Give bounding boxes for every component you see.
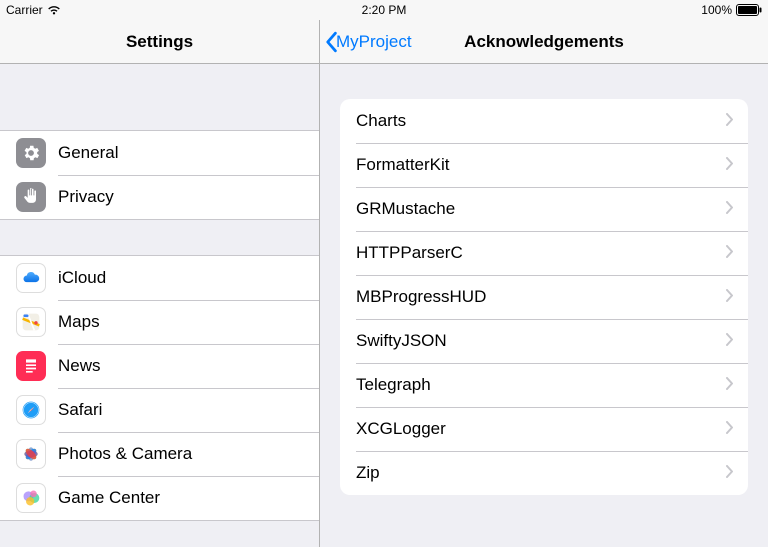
settings-master-pane: Settings General Privacy bbox=[0, 20, 320, 547]
ack-row-grmustache[interactable]: GRMustache bbox=[340, 187, 748, 231]
row-label: iCloud bbox=[58, 268, 319, 288]
row-label: XCGLogger bbox=[356, 419, 726, 439]
maps-icon bbox=[16, 307, 46, 337]
ack-row-zip[interactable]: Zip bbox=[340, 451, 748, 495]
acknowledgements-list: Charts FormatterKit GRMustache HTTPParse… bbox=[340, 99, 748, 495]
status-bar: Carrier 2:20 PM 100% bbox=[0, 0, 768, 20]
detail-navbar: MyProject Acknowledgements bbox=[320, 20, 768, 64]
row-label: HTTPParserC bbox=[356, 243, 726, 263]
battery-percent: 100% bbox=[701, 3, 732, 17]
chevron-right-icon bbox=[726, 155, 748, 175]
back-label: MyProject bbox=[336, 32, 412, 52]
ack-row-formatterkit[interactable]: FormatterKit bbox=[340, 143, 748, 187]
row-label: News bbox=[58, 356, 319, 376]
chevron-right-icon bbox=[726, 287, 748, 307]
row-label: Zip bbox=[356, 463, 726, 483]
settings-row-privacy[interactable]: Privacy bbox=[0, 175, 319, 219]
battery-icon bbox=[736, 4, 762, 16]
ack-row-xcglogger[interactable]: XCGLogger bbox=[340, 407, 748, 451]
settings-row-general[interactable]: General bbox=[0, 131, 319, 175]
row-label: MBProgressHUD bbox=[356, 287, 726, 307]
hand-icon bbox=[16, 182, 46, 212]
settings-row-icloud[interactable]: iCloud bbox=[0, 256, 319, 300]
carrier-label: Carrier bbox=[6, 3, 43, 17]
master-title: Settings bbox=[0, 32, 319, 52]
photos-icon bbox=[16, 439, 46, 469]
ack-row-httpparserc[interactable]: HTTPParserC bbox=[340, 231, 748, 275]
row-label: Privacy bbox=[58, 187, 319, 207]
row-label: FormatterKit bbox=[356, 155, 726, 175]
gamecenter-icon bbox=[16, 483, 46, 513]
cloud-icon bbox=[16, 263, 46, 293]
settings-group-1: General Privacy bbox=[0, 130, 319, 220]
row-label: SwiftyJSON bbox=[356, 331, 726, 351]
settings-group-2: iCloud Maps News bbox=[0, 255, 319, 521]
row-label: Safari bbox=[58, 400, 319, 420]
ack-row-mbprogresshud[interactable]: MBProgressHUD bbox=[340, 275, 748, 319]
wifi-icon bbox=[47, 5, 61, 15]
row-label: Charts bbox=[356, 111, 726, 131]
gear-icon bbox=[16, 138, 46, 168]
row-label: General bbox=[58, 143, 319, 163]
settings-row-news[interactable]: News bbox=[0, 344, 319, 388]
detail-pane: MyProject Acknowledgements Charts Format… bbox=[320, 20, 768, 547]
back-button[interactable]: MyProject bbox=[320, 31, 412, 53]
news-icon bbox=[16, 351, 46, 381]
row-label: Telegraph bbox=[356, 375, 726, 395]
row-label: GRMustache bbox=[356, 199, 726, 219]
row-label: Game Center bbox=[58, 488, 319, 508]
chevron-right-icon bbox=[726, 463, 748, 483]
chevron-right-icon bbox=[726, 111, 748, 131]
settings-row-maps[interactable]: Maps bbox=[0, 300, 319, 344]
settings-row-photos[interactable]: Photos & Camera bbox=[0, 432, 319, 476]
settings-row-safari[interactable]: Safari bbox=[0, 388, 319, 432]
master-navbar: Settings bbox=[0, 20, 319, 64]
chevron-right-icon bbox=[726, 331, 748, 351]
time-label: 2:20 PM bbox=[362, 3, 407, 17]
compass-icon bbox=[16, 395, 46, 425]
chevron-right-icon bbox=[726, 419, 748, 439]
ack-row-swiftyjson[interactable]: SwiftyJSON bbox=[340, 319, 748, 363]
chevron-right-icon bbox=[726, 199, 748, 219]
ack-row-telegraph[interactable]: Telegraph bbox=[340, 363, 748, 407]
ack-row-charts[interactable]: Charts bbox=[340, 99, 748, 143]
settings-row-gamecenter[interactable]: Game Center bbox=[0, 476, 319, 520]
row-label: Photos & Camera bbox=[58, 444, 319, 464]
chevron-right-icon bbox=[726, 375, 748, 395]
chevron-right-icon bbox=[726, 243, 748, 263]
row-label: Maps bbox=[58, 312, 319, 332]
